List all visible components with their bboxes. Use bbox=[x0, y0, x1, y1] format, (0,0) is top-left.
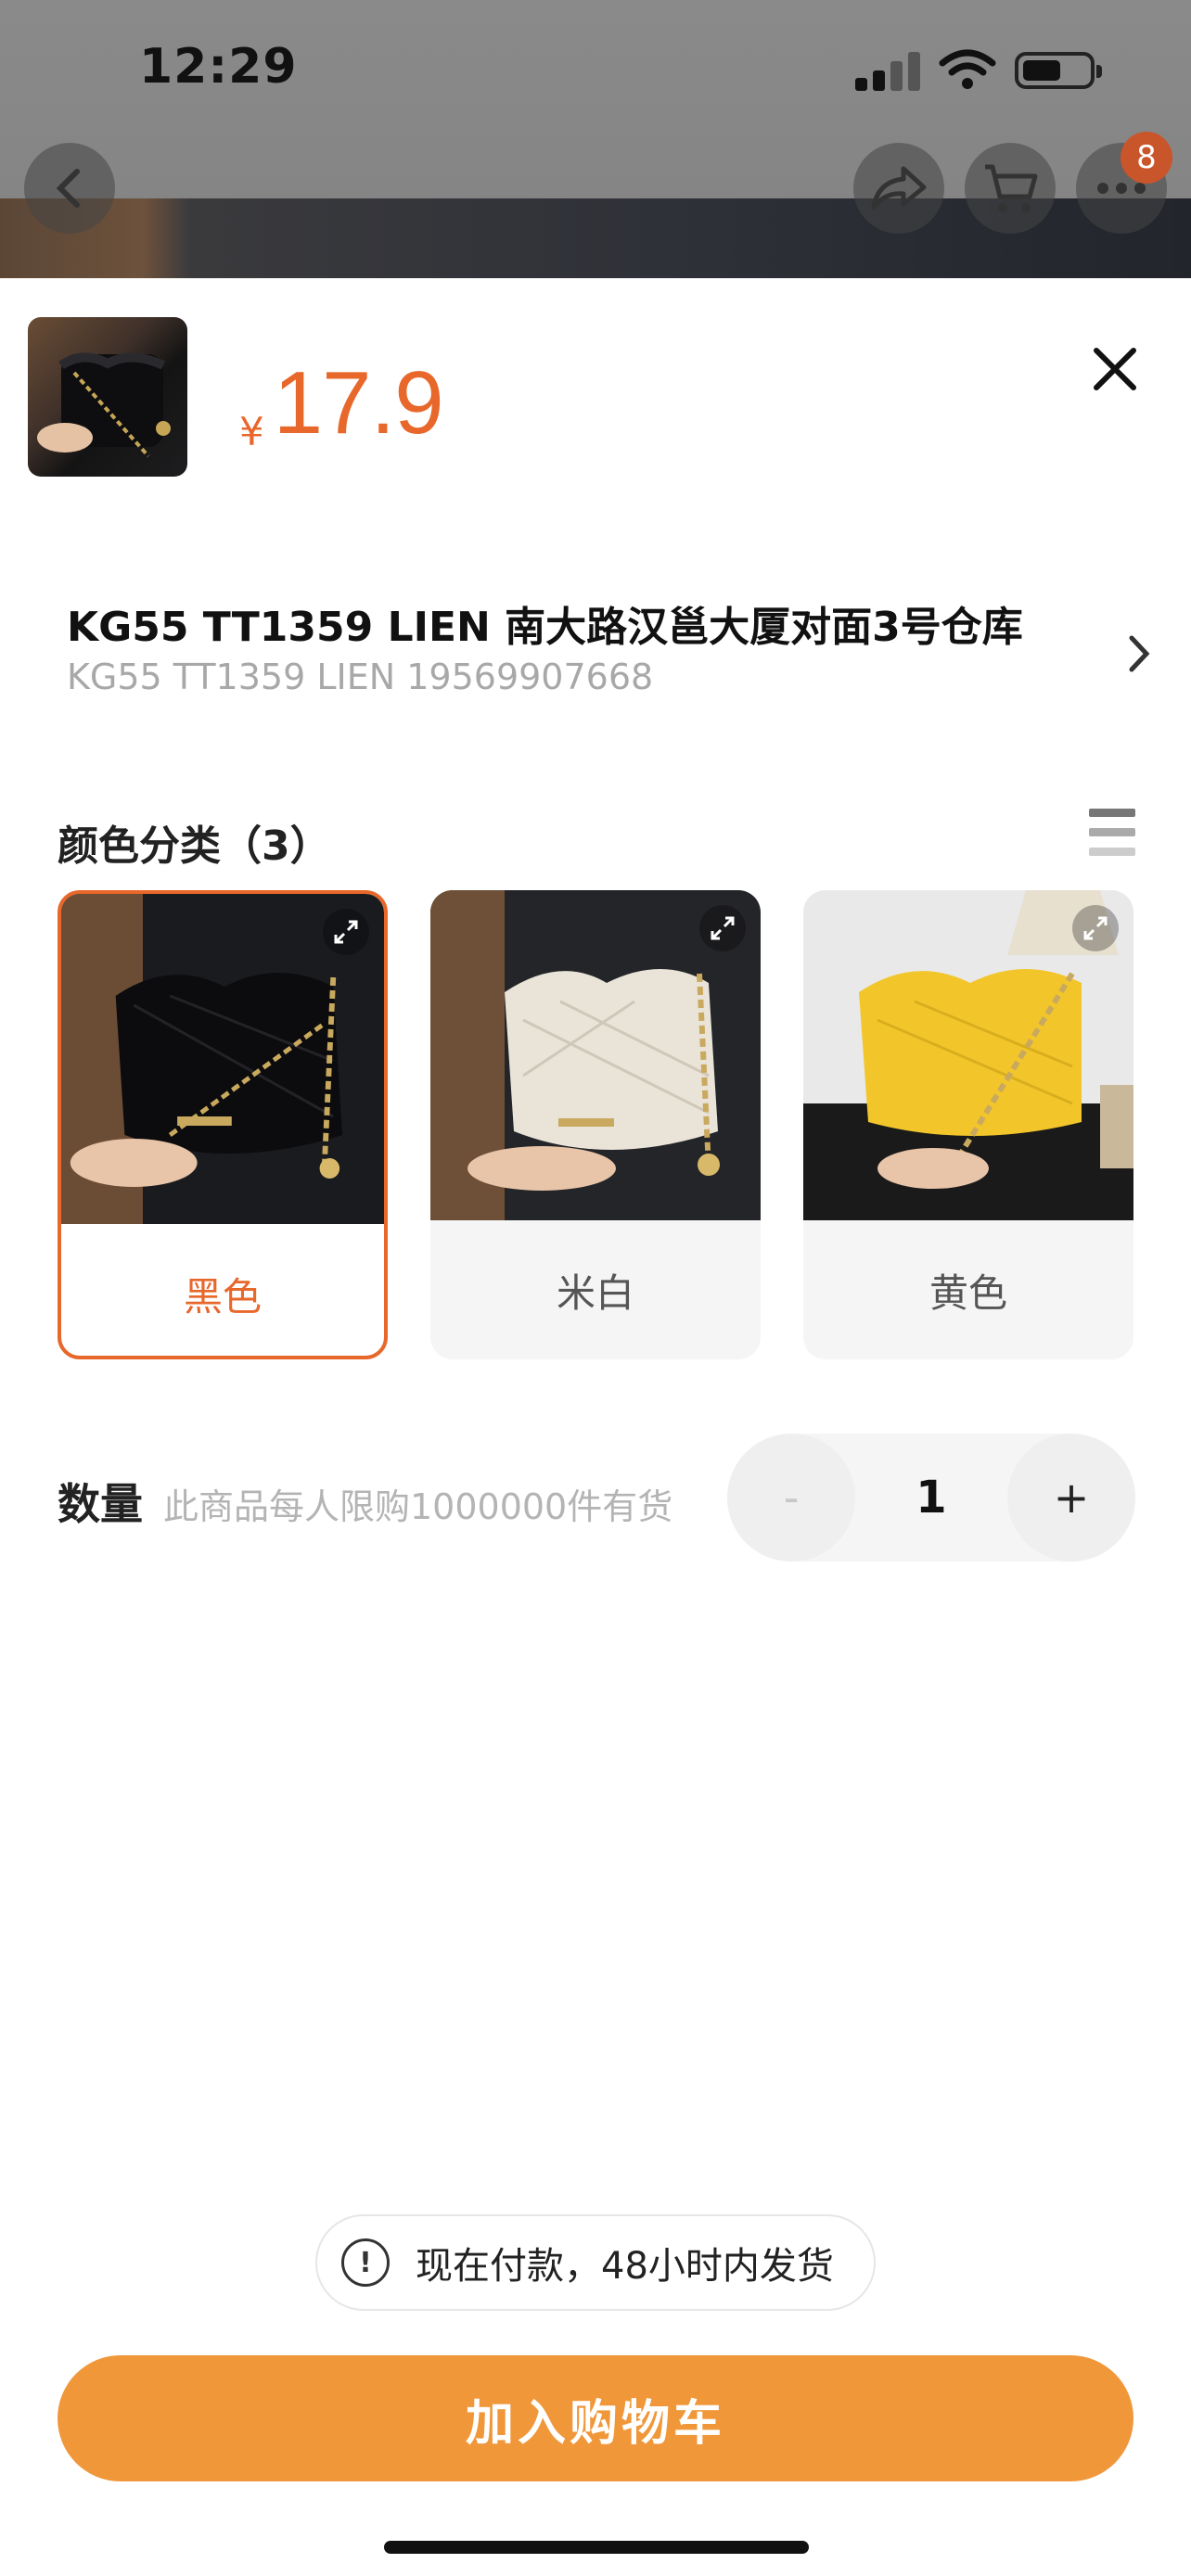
share-icon bbox=[871, 166, 927, 210]
shop-subtitle: KG55 TT1359 LIEN 19569907668 bbox=[67, 657, 654, 697]
quantity-value[interactable]: 1 bbox=[855, 1434, 1007, 1562]
home-indicator[interactable] bbox=[384, 2541, 809, 2554]
sku-sheet: ¥17.9 KG55 TT1359 LIEN 南大路汉邕大厦对面3号仓库 KG5… bbox=[0, 278, 1191, 2576]
info-icon: ! bbox=[341, 2238, 390, 2287]
background-header: 12:29 8 bbox=[0, 0, 1191, 278]
chevron-right-icon bbox=[1129, 635, 1150, 672]
battery-icon bbox=[1015, 52, 1102, 89]
shop-info-row[interactable]: KG55 TT1359 LIEN 南大路汉邕大厦对面3号仓库 KG55 TT13… bbox=[67, 593, 1161, 714]
price: ¥17.9 bbox=[239, 352, 444, 454]
expand-icon[interactable] bbox=[699, 905, 746, 951]
increment-button[interactable]: + bbox=[1007, 1434, 1135, 1562]
more-icon bbox=[1097, 183, 1146, 194]
chevron-left-icon bbox=[56, 169, 80, 208]
currency-symbol: ¥ bbox=[239, 409, 264, 454]
expand-icon[interactable] bbox=[1072, 905, 1119, 951]
decrement-button[interactable]: - bbox=[727, 1434, 855, 1562]
shop-name: KG55 TT1359 LIEN 南大路汉邕大厦对面3号仓库 bbox=[67, 604, 1023, 651]
shipping-notice: ! 现在付款，48小时内发货 bbox=[315, 2214, 876, 2311]
variant-option-yellow[interactable]: 黄色 bbox=[803, 890, 1133, 1359]
product-thumbnail[interactable] bbox=[28, 317, 187, 477]
shipping-notice-text: 现在付款，48小时内发货 bbox=[416, 2245, 834, 2288]
quantity-label: 数量 bbox=[58, 1479, 143, 1529]
status-time: 12:29 bbox=[139, 39, 298, 95]
variant-label: 黄色 bbox=[928, 1269, 1007, 1316]
add-to-cart-button[interactable]: 加入购物车 bbox=[58, 2355, 1133, 2481]
cart-button[interactable] bbox=[965, 143, 1056, 234]
status-bar: 12:29 bbox=[0, 0, 1191, 139]
close-icon[interactable] bbox=[1085, 339, 1145, 399]
share-button[interactable] bbox=[853, 143, 944, 234]
variant-option-offwhite[interactable]: 米白 bbox=[430, 890, 761, 1359]
bag-image bbox=[37, 352, 171, 458]
expand-icon[interactable] bbox=[323, 909, 369, 955]
variant-section-title: 颜色分类（3） bbox=[58, 823, 331, 870]
back-button[interactable] bbox=[24, 143, 115, 234]
list-view-icon[interactable] bbox=[1089, 809, 1135, 857]
quantity-limit-note: 此商品每人限购1000000件有货 bbox=[163, 1486, 673, 1527]
cart-count-badge: 8 bbox=[1121, 132, 1172, 184]
quantity-stepper: - 1 + bbox=[727, 1434, 1135, 1562]
wifi-icon bbox=[939, 49, 996, 89]
variant-label: 黑色 bbox=[183, 1273, 262, 1320]
variant-option-black[interactable]: 黑色 bbox=[58, 890, 388, 1359]
price-value: 17.9 bbox=[273, 353, 444, 453]
cart-icon bbox=[985, 164, 1038, 212]
signal-icon bbox=[855, 50, 920, 91]
variant-label: 米白 bbox=[556, 1269, 634, 1316]
